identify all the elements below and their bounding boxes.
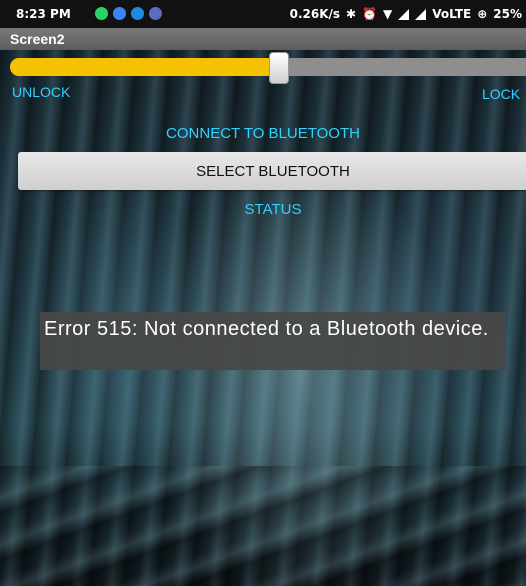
slider-fill	[10, 58, 279, 76]
lock-slider[interactable]	[10, 52, 526, 84]
lock-label: LOCK	[482, 86, 521, 102]
unlock-label: UNLOCK	[12, 84, 71, 100]
screen-title: Screen2	[10, 31, 65, 47]
status-bar: 8:23 PM 0.26K/s ✱ ⏰ ▼ VoLTE ⊕ 25%	[0, 0, 526, 28]
network-speed: 0.26K/s	[289, 7, 341, 21]
connect-to-bluetooth-label: CONNECT TO BLUETOOTH	[166, 125, 360, 142]
title-bar: Screen2	[0, 28, 526, 50]
phone-icon	[131, 7, 144, 20]
whatsapp-icon	[95, 7, 108, 20]
status-label: STATUS	[244, 201, 302, 218]
network-type: VoLTE	[432, 7, 472, 21]
status-right: 0.26K/s ✱ ⏰ ▼ VoLTE ⊕ 25%	[290, 7, 522, 21]
battery-level: 25%	[493, 7, 522, 21]
error-toast: Error 515: Not connected to a Bluetooth …	[40, 312, 506, 370]
slider-thumb[interactable]	[269, 52, 290, 84]
battery-icon: ⊕	[477, 7, 488, 21]
select-bluetooth-button[interactable]: SELECT BLUETOOTH	[18, 152, 526, 190]
bluetooth-icon: ✱	[346, 7, 357, 21]
chat-icon	[149, 7, 162, 20]
alarm-icon: ⏰	[362, 7, 378, 21]
notification-icons	[95, 7, 162, 20]
signal-icon	[398, 8, 410, 20]
signal-icon	[415, 8, 427, 20]
wifi-icon: ▼	[383, 7, 393, 21]
status-time: 8:23 PM	[16, 7, 71, 21]
message-icon	[113, 7, 126, 20]
